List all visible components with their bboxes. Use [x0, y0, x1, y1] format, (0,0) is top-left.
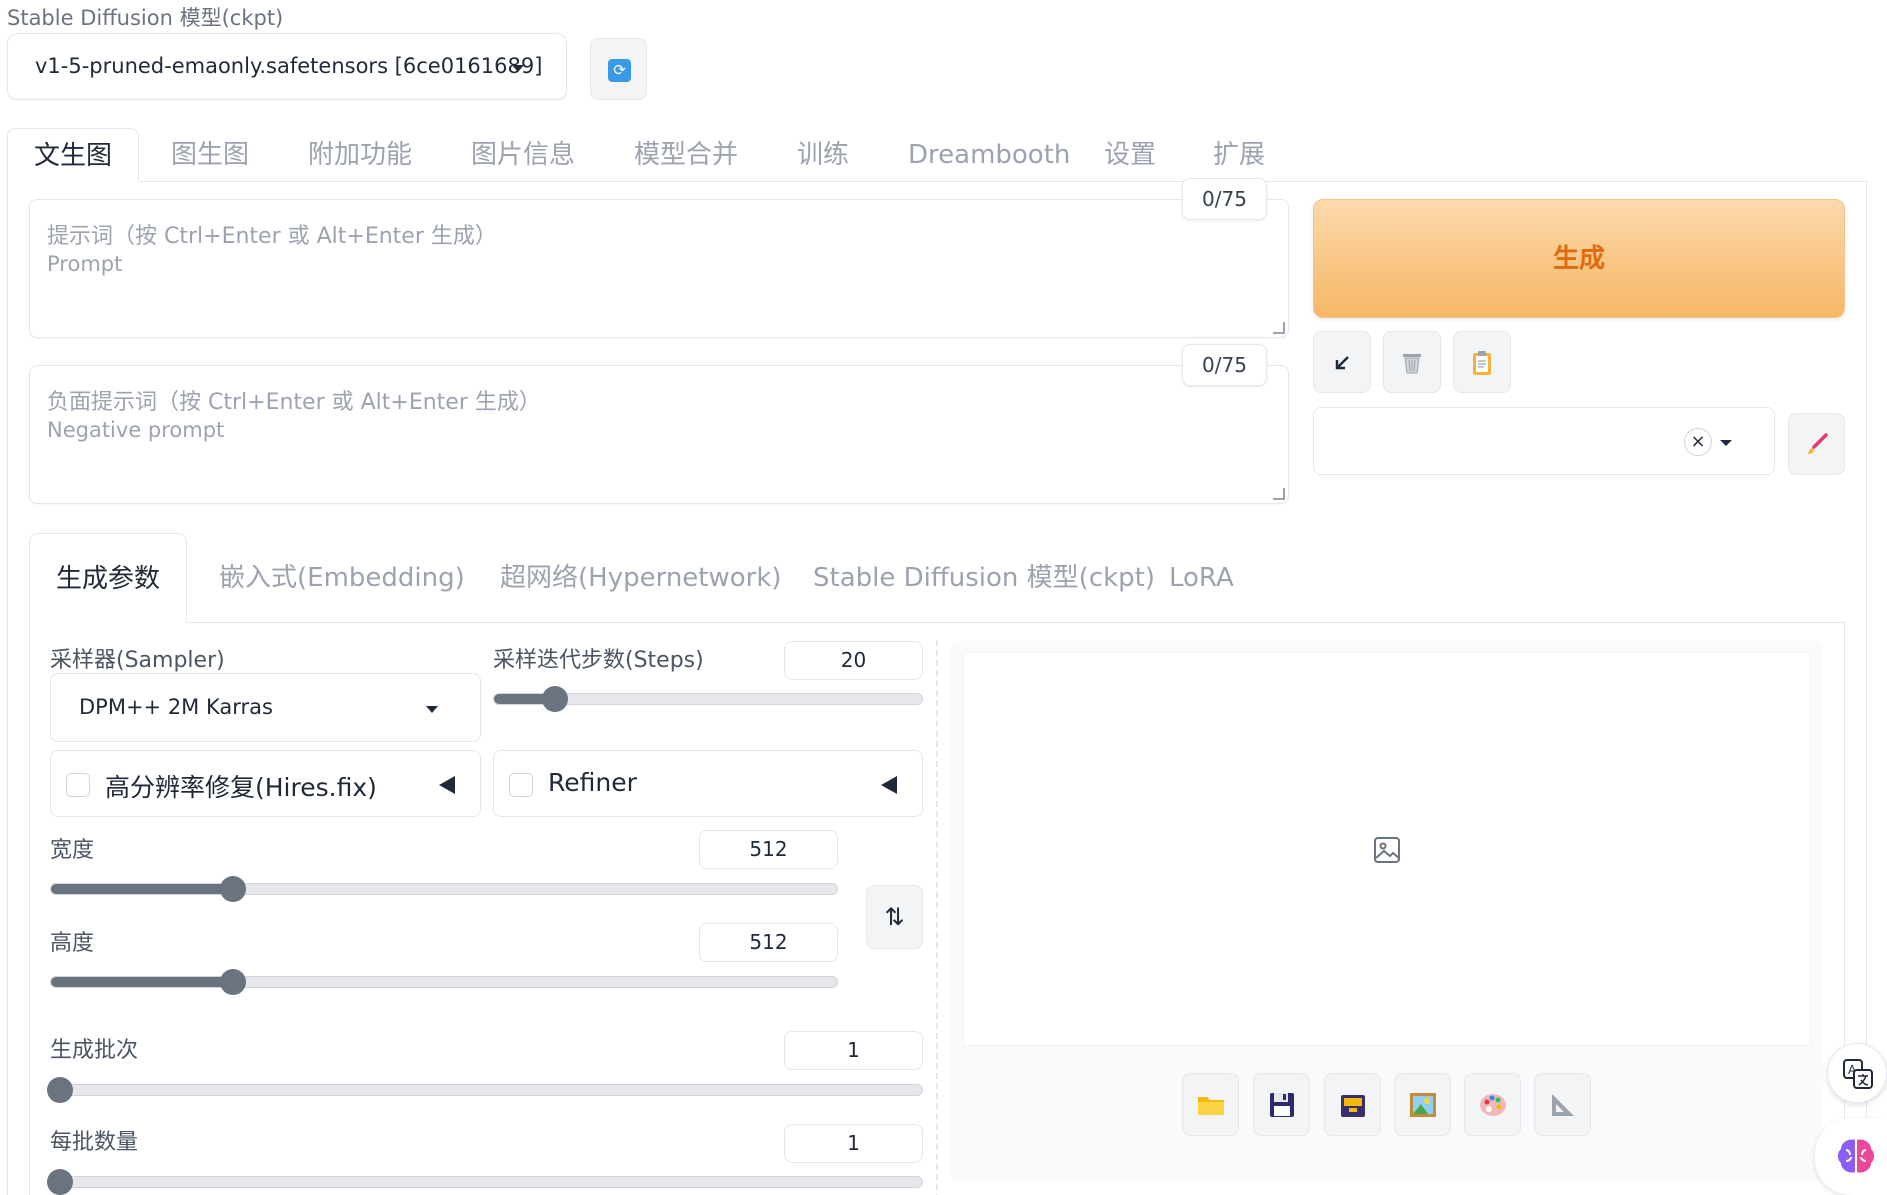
- height-input[interactable]: 512: [699, 923, 838, 962]
- open-folder-button[interactable]: [1182, 1073, 1239, 1136]
- resize-handle-icon[interactable]: [1273, 488, 1285, 500]
- width-slider-fill: [51, 884, 235, 894]
- refiner-accordion[interactable]: Refiner: [493, 750, 923, 817]
- negative-prompt-token-counter: 0/75: [1182, 344, 1267, 386]
- height-slider-fill: [51, 977, 235, 987]
- translate-button[interactable]: A: [1827, 1043, 1887, 1103]
- refresh-model-button[interactable]: ⟳: [590, 38, 647, 100]
- steps-input[interactable]: 20: [784, 641, 923, 680]
- zip-button[interactable]: [1324, 1073, 1381, 1136]
- batch-size-slider-thumb[interactable]: [47, 1169, 73, 1195]
- tab-generation-params[interactable]: 生成参数: [29, 533, 188, 623]
- clear-prompt-button[interactable]: [1383, 331, 1441, 393]
- tab-embedding[interactable]: 嵌入式(Embedding): [219, 533, 465, 623]
- hires-fix-checkbox[interactable]: [66, 773, 90, 797]
- zip-icon: [1341, 1095, 1365, 1117]
- collapse-arrow-icon[interactable]: [881, 776, 897, 794]
- sampler-value: DPM++ 2M Karras: [79, 695, 273, 719]
- tab-png-info[interactable]: 图片信息: [471, 128, 575, 182]
- batch-count-label: 生成批次: [50, 1038, 139, 1063]
- height-slider[interactable]: [50, 976, 838, 988]
- batch-count-slider[interactable]: [50, 1084, 923, 1096]
- width-input[interactable]: 512: [699, 830, 838, 869]
- model-select[interactable]: v1-5-pruned-emaonly.safetensors [6ce0161…: [7, 33, 567, 100]
- save-icon: [1270, 1093, 1294, 1117]
- steps-label: 采样迭代步数(Steps): [493, 648, 704, 673]
- ruler-icon: [1552, 1094, 1574, 1116]
- batch-count-slider-thumb[interactable]: [47, 1077, 73, 1103]
- refiner-checkbox[interactable]: [509, 773, 533, 797]
- generate-button[interactable]: 生成: [1313, 199, 1845, 318]
- sampler-select[interactable]: DPM++ 2M Karras: [50, 673, 481, 742]
- prompt-token-counter: 0/75: [1182, 178, 1267, 220]
- refiner-label: Refiner: [548, 768, 637, 797]
- prompt-placeholder-en: Prompt: [47, 252, 123, 276]
- tab-settings[interactable]: 设置: [1104, 128, 1156, 182]
- chevron-down-icon: [512, 65, 524, 72]
- height-label: 高度: [50, 931, 95, 956]
- tab-dreambooth[interactable]: Dreambooth: [908, 128, 1070, 182]
- palette-icon: [1480, 1094, 1506, 1116]
- edit-styles-button[interactable]: [1788, 413, 1845, 475]
- sampler-label: 采样器(Sampler): [50, 648, 225, 673]
- model-label: Stable Diffusion 模型(ckpt): [7, 6, 284, 30]
- tab-img2img[interactable]: 图生图: [171, 128, 249, 182]
- batch-size-slider[interactable]: [50, 1176, 923, 1188]
- trash-icon: [1403, 354, 1421, 374]
- folder-icon: [1198, 1097, 1224, 1115]
- image-placeholder-icon: [1374, 837, 1400, 863]
- hires-fix-accordion[interactable]: 高分辨率修复(Hires.fix): [50, 750, 481, 817]
- assistant-button[interactable]: [1815, 1118, 1887, 1195]
- tab-lora[interactable]: LoRA: [1169, 533, 1234, 623]
- negative-prompt-textarea[interactable]: 负面提示词（按 Ctrl+Enter 或 Alt+Enter 生成） Negat…: [29, 365, 1289, 504]
- model-select-value: v1-5-pruned-emaonly.safetensors [6ce0161…: [35, 54, 543, 78]
- send-to-extras-button[interactable]: [1534, 1073, 1591, 1136]
- hires-fix-label: 高分辨率修复(Hires.fix): [105, 773, 377, 802]
- read-params-button[interactable]: [1313, 331, 1371, 393]
- send-to-img2img-button[interactable]: [1394, 1073, 1451, 1136]
- extra-networks-tabs: 生成参数 嵌入式(Embedding) 超网络(Hypernetwork) St…: [29, 533, 1845, 623]
- resize-handle-icon[interactable]: [1273, 322, 1285, 334]
- main-tabs: 文生图 图生图 附加功能 图片信息 模型合并 训练 Dreambooth 设置 …: [7, 128, 1867, 182]
- paint-brush-icon: [1808, 433, 1828, 454]
- save-button[interactable]: [1253, 1073, 1310, 1136]
- negative-prompt-placeholder: 负面提示词（按 Ctrl+Enter 或 Alt+Enter 生成）: [47, 390, 541, 415]
- image-icon: [1410, 1093, 1436, 1117]
- paste-button[interactable]: [1453, 331, 1511, 393]
- width-label: 宽度: [50, 838, 95, 863]
- send-to-inpaint-button[interactable]: [1464, 1073, 1521, 1136]
- chevron-down-icon: [426, 706, 438, 713]
- batch-size-input[interactable]: 1: [784, 1124, 923, 1163]
- tab-extensions[interactable]: 扩展: [1213, 128, 1265, 182]
- tab-hypernetwork[interactable]: 超网络(Hypernetwork): [500, 533, 782, 623]
- brain-icon: [1838, 1139, 1874, 1173]
- clipboard-icon: [1473, 351, 1491, 375]
- width-slider[interactable]: [50, 883, 838, 895]
- batch-size-label: 每批数量: [50, 1130, 139, 1155]
- tab-txt2img[interactable]: 文生图: [7, 128, 140, 182]
- styles-select[interactable]: ×: [1313, 407, 1775, 475]
- collapse-arrow-icon[interactable]: [439, 776, 455, 794]
- tab-checkpoint-merger[interactable]: 模型合并: [634, 128, 738, 182]
- negative-prompt-placeholder-en: Negative prompt: [47, 418, 225, 442]
- translate-icon: A: [1843, 1059, 1873, 1089]
- clear-icon[interactable]: ×: [1684, 428, 1712, 456]
- tab-extras[interactable]: 附加功能: [308, 128, 412, 182]
- prompt-placeholder: 提示词（按 Ctrl+Enter 或 Alt+Enter 生成）: [47, 224, 497, 249]
- batch-count-input[interactable]: 1: [784, 1031, 923, 1070]
- tab-checkpoints[interactable]: Stable Diffusion 模型(ckpt): [813, 533, 1155, 623]
- refresh-icon: ⟳: [608, 59, 631, 82]
- arrow-down-left-icon: [1335, 356, 1349, 370]
- chevron-down-icon: [1720, 440, 1732, 446]
- column-divider: [936, 640, 938, 1195]
- prompt-textarea[interactable]: 提示词（按 Ctrl+Enter 或 Alt+Enter 生成） Prompt: [29, 199, 1289, 338]
- tab-train[interactable]: 训练: [797, 128, 849, 182]
- swap-dimensions-button[interactable]: ⇅: [866, 885, 923, 949]
